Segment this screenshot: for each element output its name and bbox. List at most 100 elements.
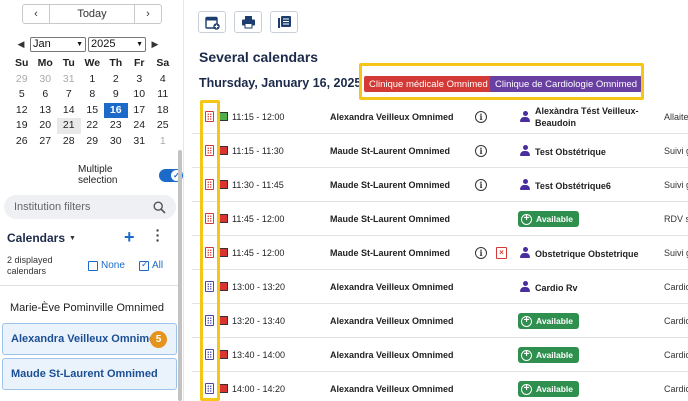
calendar-day[interactable]: 29 [81, 134, 105, 150]
info-icon[interactable]: i [475, 179, 487, 191]
patient-name[interactable]: Test Obstétrique [535, 146, 660, 158]
status-square [219, 180, 228, 189]
calendar-day[interactable]: 17 [128, 103, 152, 119]
calendar-day[interactable]: 30 [34, 72, 58, 88]
year-select[interactable]: 2025 ▼ [88, 36, 146, 52]
weekday-label: Fr [134, 57, 145, 69]
calendar-day[interactable]: 21 [57, 118, 81, 134]
month-select[interactable]: Jan ▼ [30, 36, 86, 52]
patient-name[interactable]: Alexàndra Tést Veilleux-Beaudoin [535, 105, 660, 129]
calendar-day[interactable]: 31 [128, 134, 152, 150]
practitioner-name: Maude St-Laurent Omnimed [330, 214, 451, 224]
calendar-cancel-icon[interactable]: × [496, 247, 507, 259]
calendar-day[interactable]: 23 [104, 118, 128, 134]
calendar-item[interactable]: Maude St-Laurent Omnimed [2, 358, 177, 390]
calendar-item-label: Maude St-Laurent Omnimed [11, 368, 158, 380]
calendar-day[interactable]: 3 [128, 72, 152, 88]
calendar-day[interactable]: 25 [151, 118, 175, 134]
calendar-day[interactable]: 6 [34, 87, 58, 103]
calendar-day[interactable]: 12 [10, 103, 34, 119]
appointment-row[interactable]: 13:40 - 14:00 Alexandra Veilleux Omnimed +… [192, 338, 688, 372]
calendar-day[interactable]: 1 [81, 72, 105, 88]
institution-filter-input[interactable]: Institution filters [4, 195, 176, 219]
select-all-checkbox[interactable]: All [139, 259, 163, 271]
calendar-day[interactable]: 4 [151, 72, 175, 88]
today-button[interactable]: Today [50, 4, 134, 24]
person-icon [520, 281, 530, 293]
add-appointment-button[interactable] [198, 11, 226, 33]
list-stack-icon [277, 16, 291, 28]
displayed-count: 2 displayed calendars [7, 255, 53, 276]
previous-day-button[interactable]: ‹ [22, 4, 50, 24]
calendar-day[interactable]: 11 [151, 87, 175, 103]
calendar-day[interactable]: 24 [128, 118, 152, 134]
appointment-row[interactable]: 11:30 - 11:45 Maude St-Laurent Omnimed i Te… [192, 168, 688, 202]
sidebar-scrollbar[interactable] [178, 150, 182, 401]
calendar-day[interactable]: 19 [10, 118, 34, 134]
calendar-day[interactable]: 31 [57, 72, 81, 88]
practitioner-name: Alexandra Veilleux Omnimed [330, 350, 454, 360]
calendar-day[interactable]: 15 [81, 103, 105, 119]
calendar-item[interactable]: Alexandra Veilleux Omnimed 5 [2, 323, 177, 355]
appointment-row[interactable]: 14:00 - 14:20 Alexandra Veilleux Omnimed +… [192, 372, 688, 401]
appointment-row[interactable]: 11:15 - 11:30 Maude St-Laurent Omnimed i Te… [192, 134, 688, 168]
practitioner-name: Alexandra Veilleux Omnimed [330, 112, 454, 122]
calendar-day[interactable]: 14 [57, 103, 81, 119]
app-window: ‹ Today › ◀ Jan ▼ 2025 ▼ ▶ Su Mo Tu We Th Fr S… [0, 0, 688, 401]
calendar-add-icon [204, 16, 220, 30]
calendar-day[interactable]: 9 [104, 87, 128, 103]
appointment-row[interactable]: 13:00 - 13:20 Alexandra Veilleux Omnimed C… [192, 270, 688, 304]
select-none-label: None [101, 260, 125, 271]
calendar-day[interactable]: 26 [10, 134, 34, 150]
calendar-day[interactable]: 16 [104, 102, 128, 118]
patient-name[interactable]: Cardio Rv [535, 282, 660, 294]
person-icon [520, 247, 530, 259]
calendar-day[interactable]: 1 [151, 134, 175, 150]
calendar-icon-highlight-frame [200, 100, 220, 401]
info-icon[interactable]: i [475, 145, 487, 157]
available-button[interactable]: + Available [518, 381, 580, 397]
month-select-value: Jan [33, 38, 51, 50]
next-day-button[interactable]: › [134, 4, 162, 24]
previous-month-icon[interactable]: ◀ [14, 39, 28, 50]
calendar-day[interactable]: 28 [57, 134, 81, 150]
next-month-icon[interactable]: ▶ [148, 39, 162, 50]
calendar-day[interactable]: 29 [10, 72, 34, 88]
select-none-checkbox[interactable]: None [88, 260, 125, 271]
available-button[interactable]: + Available [518, 347, 580, 363]
patient-name[interactable]: Test Obstétrique6 [535, 180, 660, 192]
add-calendar-button[interactable]: + [124, 227, 135, 248]
calendar-day[interactable]: 8 [81, 87, 105, 103]
info-icon[interactable]: i [475, 111, 487, 123]
print-button[interactable] [234, 11, 262, 33]
appointment-row[interactable]: 11:15 - 12:00 Alexandra Veilleux Omnimed i… [192, 100, 688, 134]
calendar-day[interactable]: 10 [128, 87, 152, 103]
calendar-day[interactable]: 7 [57, 87, 81, 103]
calendar-day[interactable]: 18 [151, 103, 175, 119]
list-view-button[interactable] [270, 11, 298, 33]
practitioner-name: Maude St-Laurent Omnimed [330, 248, 451, 258]
info-icon[interactable]: i [475, 247, 487, 259]
appointment-row[interactable]: 13:20 - 13:40 Alexandra Veilleux Omnimed +… [192, 304, 688, 338]
calendar-day[interactable]: 22 [81, 118, 105, 134]
calendar-item[interactable]: Marie-Ève Pominville Omnimed [2, 292, 177, 324]
calendar-day[interactable]: 2 [104, 72, 128, 88]
calendar-day[interactable]: 13 [34, 103, 58, 119]
printer-icon [241, 16, 255, 29]
patient-name[interactable]: Obstetrique Obstetrique [535, 248, 660, 260]
calendar-day[interactable]: 20 [34, 118, 58, 134]
search-icon[interactable] [153, 200, 166, 214]
more-options-icon[interactable]: · · · [154, 223, 162, 247]
appointment-row[interactable]: 11:45 - 12:00 Maude St-Laurent Omnimed i × O… [192, 236, 688, 270]
appointment-time: 11:30 - 11:45 [232, 180, 284, 190]
available-button[interactable]: + Available [518, 211, 580, 227]
appointment-type: Suivi g [664, 248, 688, 258]
multiple-selection: Multiple selection [78, 164, 183, 186]
calendar-day[interactable]: 30 [104, 134, 128, 150]
calendar-day[interactable]: 5 [10, 87, 34, 103]
appointment-row[interactable]: 11:45 - 12:00 Maude St-Laurent Omnimed + Av… [192, 202, 688, 236]
appointment-time: 13:00 - 13:20 [232, 282, 286, 292]
calendars-dropdown[interactable]: Calendars ▼ [7, 231, 76, 245]
available-button[interactable]: + Available [518, 313, 580, 329]
calendar-day[interactable]: 27 [34, 134, 58, 150]
